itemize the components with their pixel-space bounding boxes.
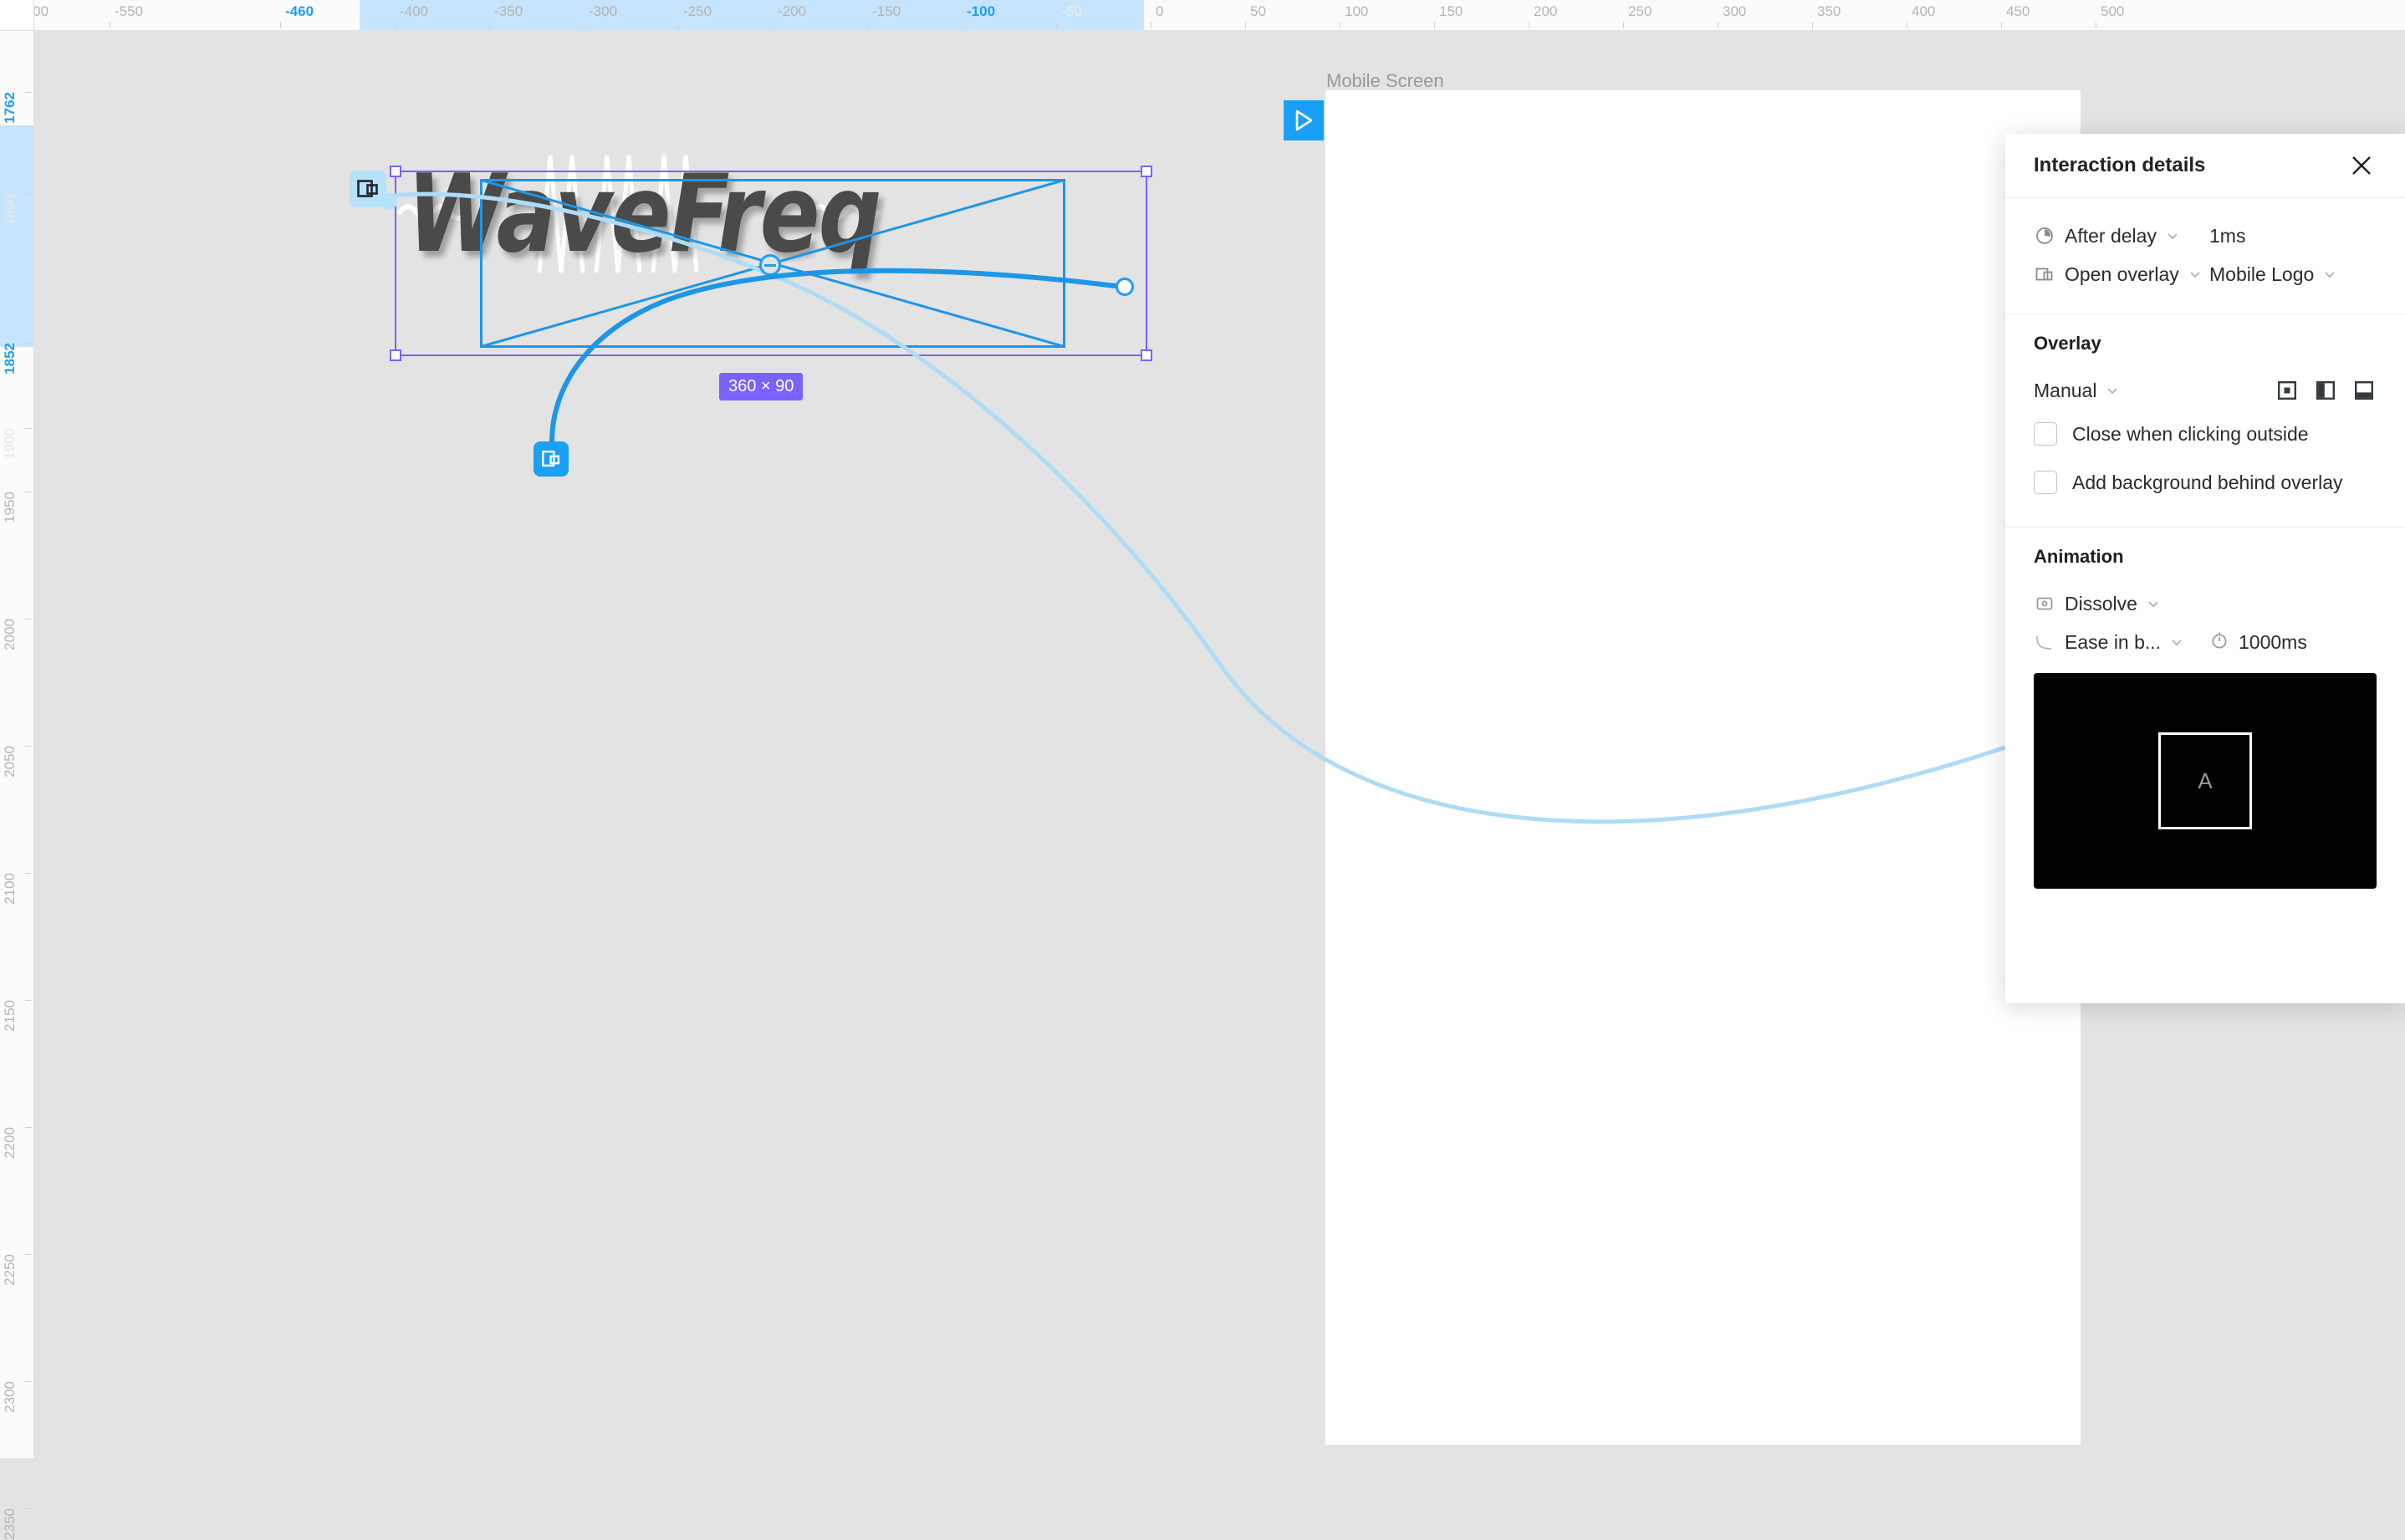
dissolve-icon — [2034, 593, 2055, 614]
action-target-dropdown[interactable]: Mobile Logo — [2209, 263, 2338, 286]
close-when-clicking-outside-checkbox[interactable]: Close when clicking outside — [2034, 410, 2377, 458]
overlay-section-title: Overlay — [2034, 333, 2101, 354]
chevron-down-icon — [2147, 597, 2162, 610]
chevron-down-icon — [2170, 635, 2185, 649]
connector-endpoint-handle[interactable] — [1116, 278, 1134, 296]
overlay-position-mode-label: Manual — [2034, 379, 2097, 401]
artboard-mobile-screen[interactable] — [1325, 90, 2081, 1445]
play-triangle-icon — [1295, 110, 1313, 131]
action-target-value: Mobile Logo — [2209, 263, 2315, 285]
trigger-dropdown[interactable]: After delay — [2034, 225, 2209, 247]
horizontal-ruler[interactable]: -600 -550 -460 -400 -350 -300 -250 -200 -150 -100… — [0, 0, 2405, 31]
interaction-node-badge-source[interactable] — [350, 171, 386, 207]
action-dropdown[interactable]: Open overlay — [2034, 263, 2209, 286]
resize-handle-bottom-right[interactable] — [1141, 349, 1152, 361]
action-row[interactable]: Open overlay Mobile Logo — [2034, 255, 2377, 293]
ease-curve-icon — [2034, 631, 2055, 653]
overlay-position-buttons — [2275, 378, 2377, 403]
animation-preview-square: A — [2158, 732, 2252, 829]
resize-handle-top-right[interactable] — [1141, 166, 1152, 177]
close-icon — [2352, 156, 2371, 175]
chevron-down-icon — [2106, 384, 2121, 397]
panel-title: Interaction details — [2034, 154, 2206, 176]
animation-type-dropdown[interactable]: Dissolve — [2034, 593, 2162, 615]
checkbox-box[interactable] — [2034, 471, 2057, 494]
trigger-row[interactable]: After delay 1ms — [2034, 217, 2377, 255]
clock-icon — [2034, 225, 2055, 247]
chevron-down-icon — [2166, 229, 2181, 242]
close-when-clicking-outside-label: Close when clicking outside — [2072, 422, 2309, 445]
vertical-ruler-selection-band — [0, 125, 33, 347]
animation-type-row: Dissolve — [2034, 584, 2377, 623]
resize-handle-top-left[interactable] — [390, 166, 401, 177]
ruler-corner — [0, 0, 34, 31]
trigger-label: After delay — [2065, 224, 2157, 247]
interaction-details-panel[interactable]: Interaction details After delay 1ms Open… — [2005, 134, 2405, 1003]
animation-duration-value: 1000ms — [2239, 630, 2307, 653]
open-overlay-icon — [357, 180, 378, 197]
overlay-position-center-icon[interactable] — [2275, 378, 2300, 403]
interaction-node-badge-target[interactable] — [534, 441, 569, 477]
trigger-action-section: After delay 1ms Open overlay Mobile Logo — [2005, 198, 2405, 314]
close-button[interactable] — [2346, 150, 2377, 181]
resize-handle-bottom-left[interactable] — [390, 349, 401, 361]
overlay-position-mode-dropdown[interactable]: Manual — [2034, 380, 2121, 402]
horizontal-ruler-selection-band — [360, 0, 1144, 30]
artboard-label[interactable]: Mobile Screen — [1326, 70, 1444, 92]
animation-type-label: Dissolve — [2065, 592, 2137, 614]
animation-easing-row: Ease in b... 1000ms — [2034, 623, 2377, 661]
overlay-section: Overlay Manual Close when clicking outsi… — [2005, 314, 2405, 528]
animation-preview-letter: A — [2198, 767, 2213, 793]
action-label: Open overlay — [2065, 263, 2179, 285]
checkbox-box[interactable] — [2034, 422, 2057, 446]
add-background-behind-overlay-checkbox[interactable]: Add background behind overlay — [2034, 458, 2377, 507]
slice-center-handle[interactable] — [759, 254, 781, 276]
animation-section: Animation Dissolve Ease in b... 1000ms A — [2005, 528, 2405, 909]
vertical-ruler[interactable]: 1762 1800 1852 1900 1950 2000 2050 2100 2150 2200… — [0, 0, 34, 1540]
open-overlay-icon — [542, 450, 560, 467]
selection-size-badge: 360 × 90 — [719, 373, 804, 400]
play-prototype-button[interactable] — [1284, 100, 1324, 140]
animation-section-title: Animation — [2034, 546, 2124, 567]
animation-preview[interactable]: A — [2034, 673, 2377, 889]
overlay-position-row: Manual — [2034, 371, 2377, 410]
add-background-behind-overlay-label: Add background behind overlay — [2072, 471, 2343, 493]
chevron-down-icon — [2188, 268, 2203, 281]
animation-duration-field[interactable]: 1000ms — [2209, 630, 2307, 655]
trigger-delay-value[interactable]: 1ms — [2209, 225, 2245, 247]
overlay-position-left-icon[interactable] — [2313, 378, 2338, 403]
open-overlay-icon — [2034, 263, 2055, 285]
chevron-down-icon — [2323, 268, 2338, 281]
overlay-position-bottom-icon[interactable] — [2351, 378, 2377, 403]
panel-header: Interaction details — [2005, 134, 2405, 198]
stopwatch-icon — [2209, 630, 2229, 655]
animation-easing-label: Ease in b... — [2065, 630, 2162, 653]
animation-easing-dropdown[interactable]: Ease in b... — [2034, 631, 2209, 654]
